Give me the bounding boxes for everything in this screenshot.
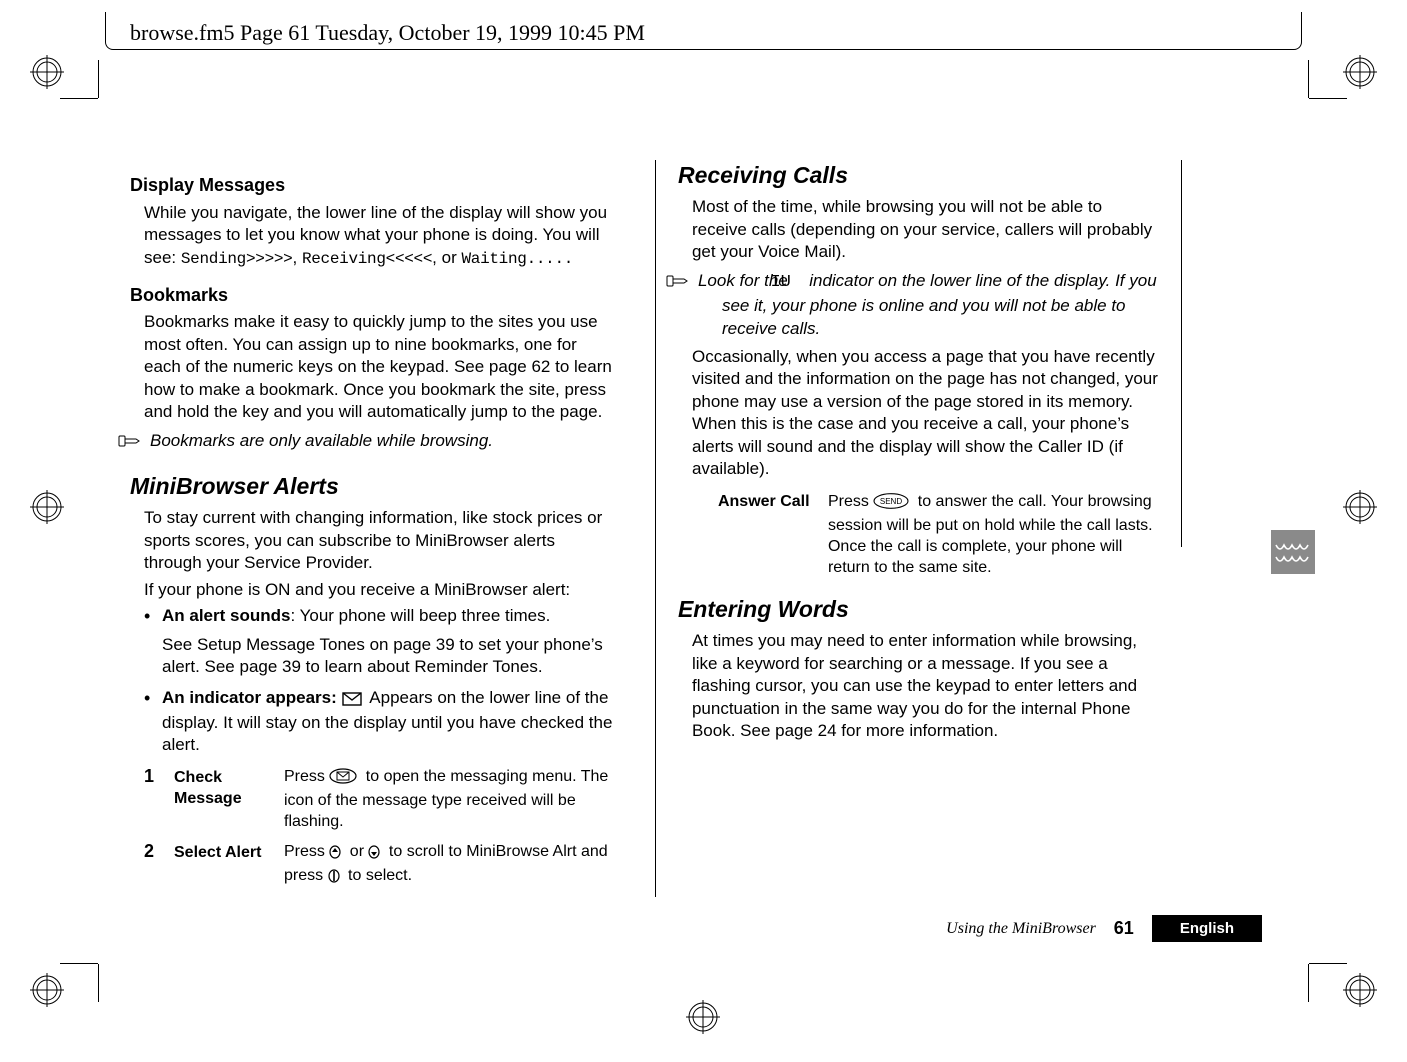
text: or: [350, 843, 369, 860]
heading-display-messages: Display Messages: [130, 174, 615, 198]
bullet-indicator-appears: An indicator appears: Appears on the low…: [144, 687, 615, 757]
registration-mark-icon: [1343, 55, 1377, 89]
bullet-strong: An alert sounds: [162, 606, 290, 625]
note-bookmarks: Bookmarks are only available while brows…: [130, 430, 615, 455]
para-alerts-2: If your phone is ON and you receive a Mi…: [130, 579, 615, 601]
bullet-strong: An indicator appears:: [162, 688, 337, 707]
note-text: Bookmarks are only available while brows…: [150, 431, 493, 450]
para-entering-words: At times you may need to enter informati…: [678, 630, 1160, 742]
text: to select.: [348, 867, 412, 884]
step-body: Press or to scroll to MiniBrowse Alrt an…: [284, 840, 615, 889]
text: , or: [432, 248, 461, 267]
answer-call-body: Press SEND to answer the call. Your brow…: [828, 491, 1160, 578]
bullet-rest: : Your phone will beep three times.: [290, 606, 550, 625]
text: Press: [284, 843, 329, 860]
www-tab-icon: [1271, 530, 1315, 574]
footer-language-badge: English: [1152, 915, 1262, 942]
registration-mark-icon: [1343, 973, 1377, 1007]
right-column: Receiving Calls Most of the time, while …: [655, 160, 1160, 897]
answer-call-label: Answer Call: [718, 491, 828, 512]
step-label: Select Alert: [174, 840, 284, 863]
code-waiting: Waiting.....: [461, 250, 573, 268]
bullet-alert-sounds: An alert sounds: Your phone will beep th…: [144, 605, 615, 678]
bullet-sub: See Setup Message Tones on page 39 to se…: [162, 634, 615, 679]
para-receiving-2: Occasionally, when you access a page tha…: [678, 346, 1160, 481]
footer-page-number: 61: [1114, 918, 1134, 939]
note-receiving: Look for the IU indicator on the lower l…: [678, 270, 1160, 340]
step-body: Press to open the messaging menu. The ic…: [284, 765, 615, 832]
envelope-button-icon: [329, 768, 357, 790]
registration-mark-icon: [30, 55, 64, 89]
left-column: Display Messages While you navigate, the…: [130, 160, 615, 897]
para-bookmarks: Bookmarks make it easy to quickly jump t…: [130, 311, 615, 423]
registration-mark-icon: [30, 973, 64, 1007]
code-sending: Sending>>>>>: [181, 250, 293, 268]
select-center-icon: [328, 868, 340, 889]
para-display-messages: While you navigate, the lower line of th…: [130, 202, 615, 270]
document-header: browse.fm5 Page 61 Tuesday, October 19, …: [130, 20, 645, 46]
para-receiving-1: Most of the time, while browsing you wil…: [678, 196, 1160, 263]
text: Press: [284, 768, 329, 785]
text: ,: [292, 248, 301, 267]
step-number: 2: [144, 840, 174, 864]
registration-mark-icon: [686, 1000, 720, 1034]
svg-text:SEND: SEND: [880, 497, 902, 506]
step-1: 1 Check Message Press to open the messag…: [144, 765, 615, 832]
answer-call-row: Answer Call Press SEND to answer the cal…: [718, 491, 1160, 578]
scroll-down-icon: [368, 844, 380, 865]
code-receiving: Receiving<<<<<: [302, 250, 432, 268]
registration-mark-icon: [1343, 490, 1377, 524]
para-alerts-1: To stay current with changing informatio…: [130, 507, 615, 574]
step-number: 1: [144, 765, 174, 789]
heading-minibrowser-alerts: MiniBrowser Alerts: [130, 471, 615, 501]
step-2: 2 Select Alert Press or to scroll to Min…: [144, 840, 615, 889]
page-footer: Using the MiniBrowser 61 English: [660, 915, 1262, 942]
registration-mark-icon: [30, 490, 64, 524]
step-label: Check Message: [174, 765, 284, 809]
heading-receiving-calls: Receiving Calls: [678, 160, 1160, 190]
heading-bookmarks: Bookmarks: [130, 284, 615, 308]
scroll-up-icon: [329, 844, 341, 865]
text: Press: [828, 493, 873, 510]
iu-indicator-icon: IU: [794, 272, 802, 294]
footer-section: Using the MiniBrowser: [946, 920, 1096, 938]
page-content: Display Messages While you navigate, the…: [130, 160, 1160, 897]
heading-entering-words: Entering Words: [678, 594, 1160, 624]
send-button-icon: SEND: [873, 493, 909, 515]
alerts-bullets: An alert sounds: Your phone will beep th…: [130, 605, 615, 757]
steps-list: 1 Check Message Press to open the messag…: [130, 765, 615, 890]
envelope-icon: [342, 690, 362, 712]
